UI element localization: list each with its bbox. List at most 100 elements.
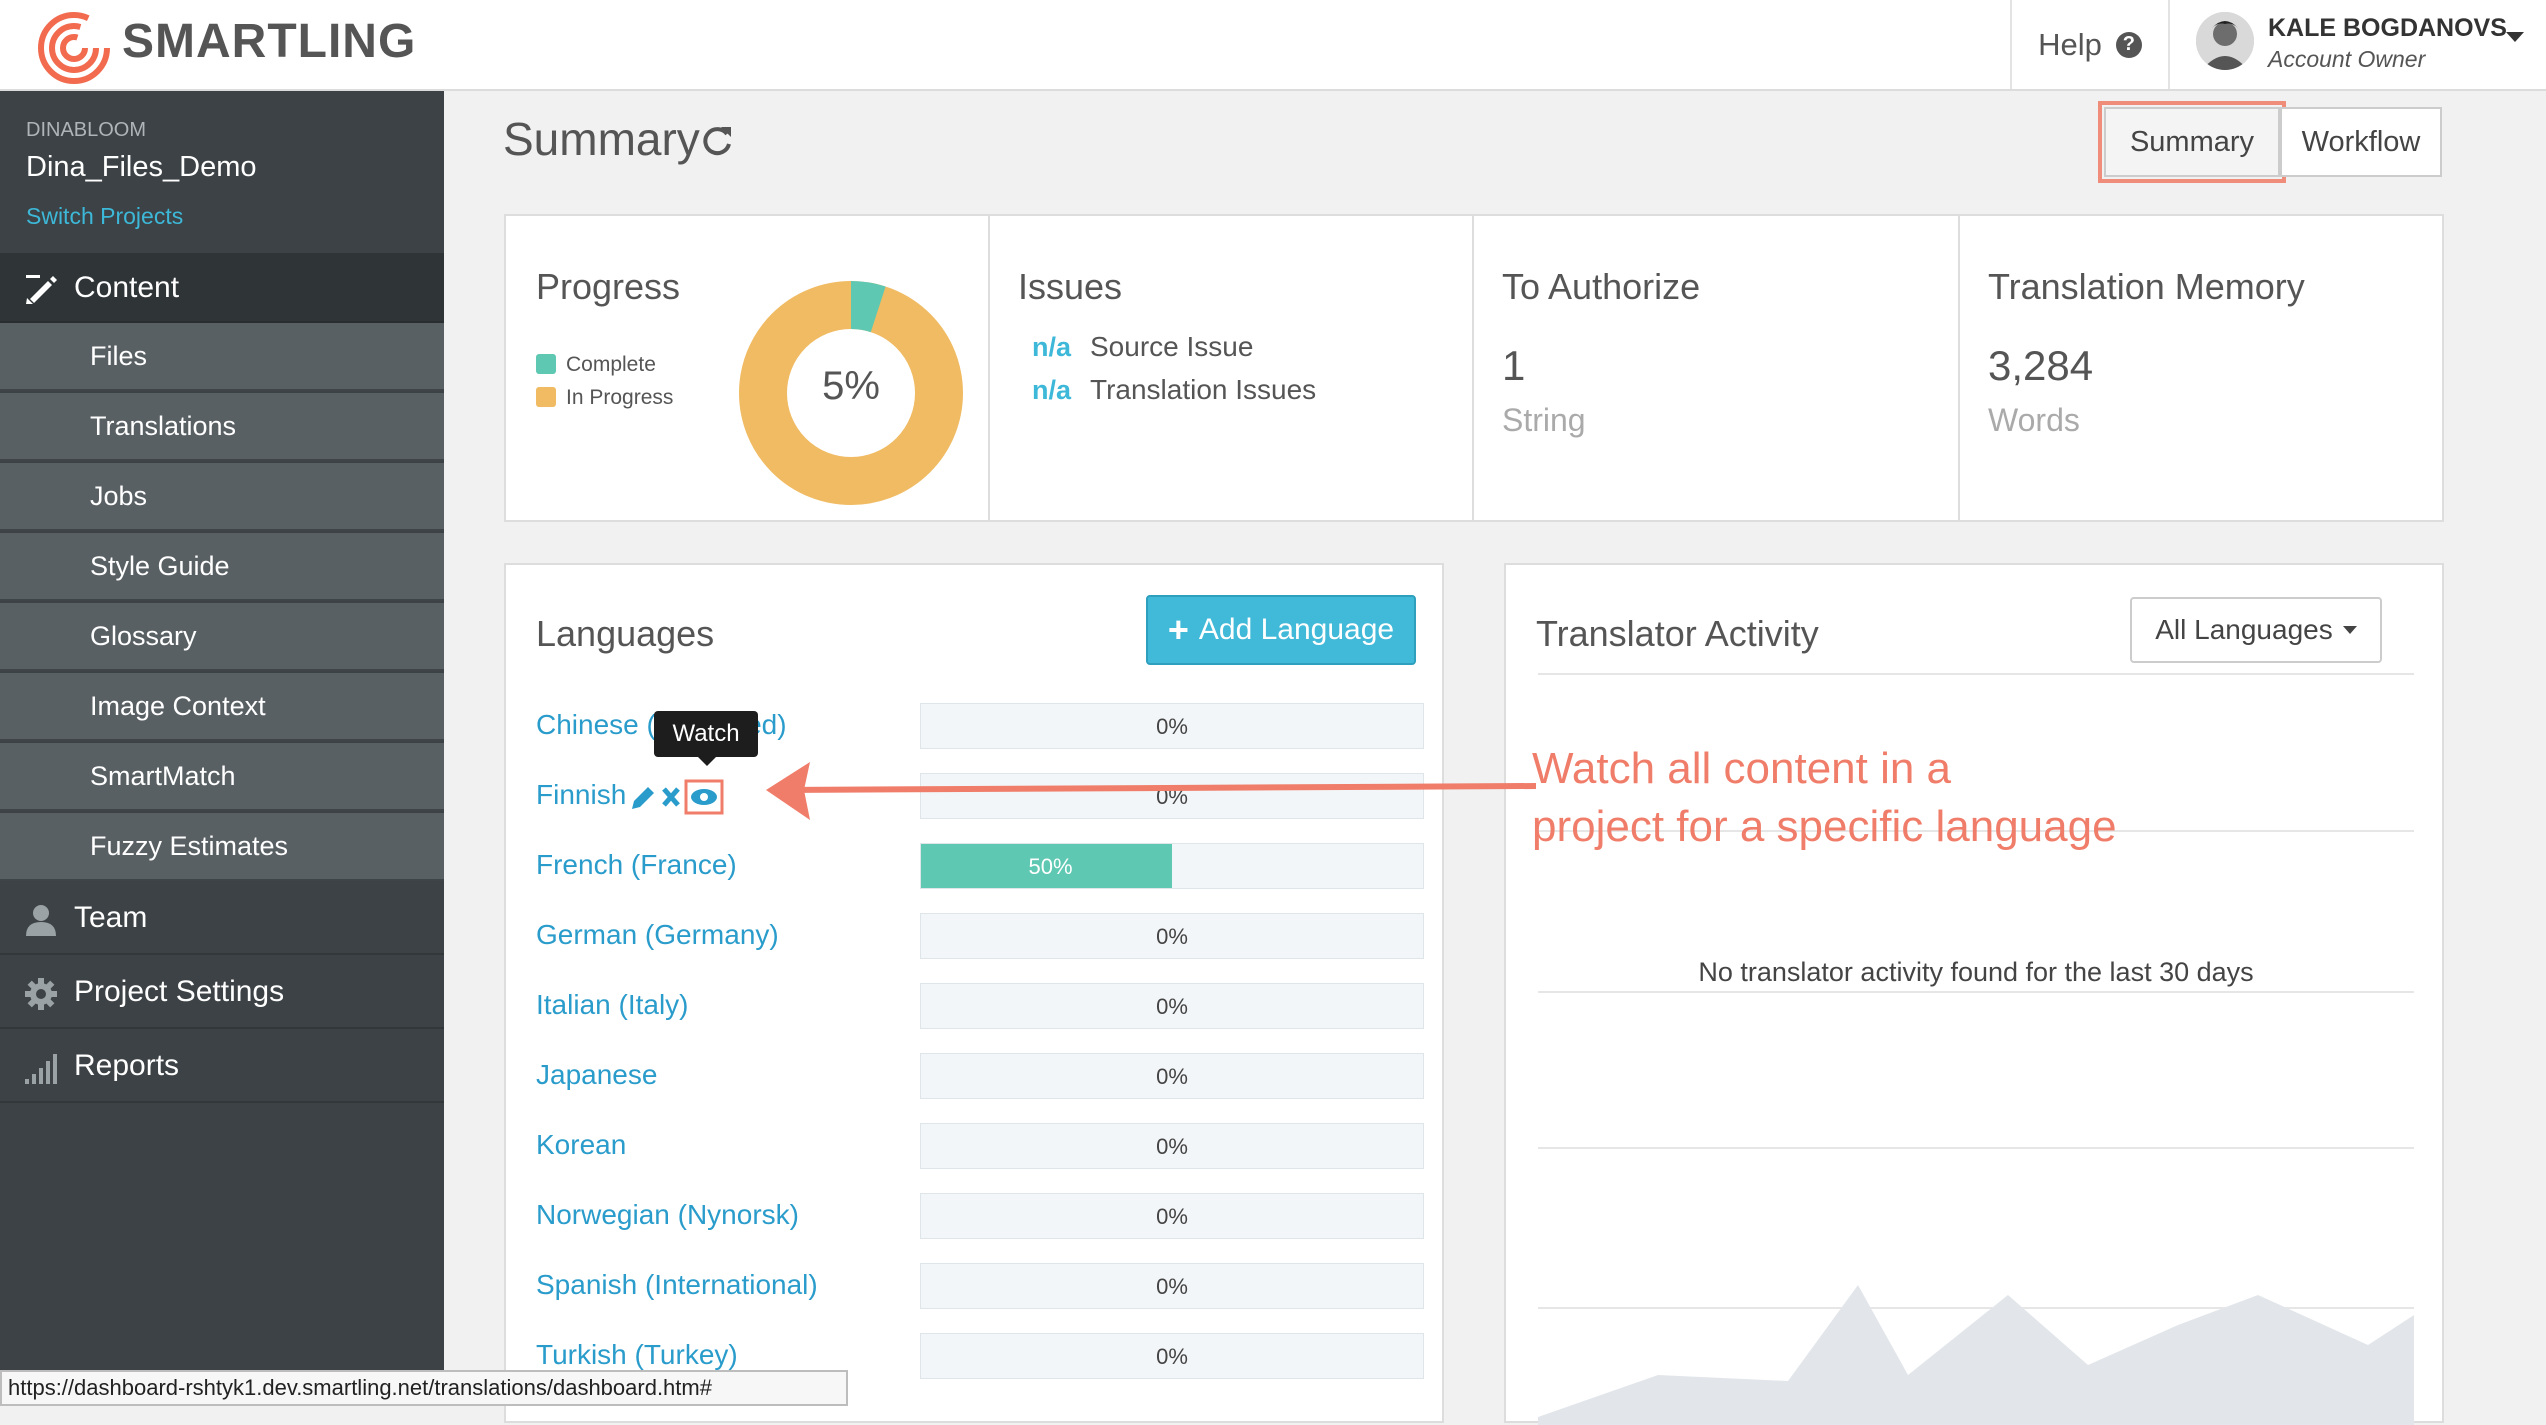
chevron-down-icon	[2342, 626, 2357, 634]
sidebar-item-jobs[interactable]: Jobs	[0, 463, 444, 531]
language-filter-select[interactable]: All Languages	[2130, 597, 2382, 663]
smartling-logo-icon[interactable]	[36, 8, 112, 84]
language-link[interactable]: Turkish (Turkey)	[536, 1339, 738, 1371]
sidebar-item-label: Files	[90, 341, 148, 371]
chart-grid-line	[1538, 673, 2414, 675]
language-row-spanish-international: Spanish (International) 0%	[536, 1263, 1424, 1309]
stat-divider	[988, 216, 990, 520]
add-language-button[interactable]: + Add Language	[1146, 595, 1416, 665]
language-link[interactable]: German (Germany)	[536, 919, 779, 951]
language-link[interactable]: Norwegian (Nynorsk)	[536, 1199, 799, 1231]
language-link[interactable]: Spanish (International)	[536, 1269, 818, 1301]
edit-icon	[26, 275, 57, 304]
refresh-icon[interactable]	[700, 124, 734, 158]
language-row-french-france: French (France) 50%	[536, 843, 1424, 889]
language-progress-bar: 0%	[920, 913, 1424, 959]
language-filter-value: All Languages	[2155, 614, 2333, 645]
help-link[interactable]: Help ?	[2010, 0, 2170, 89]
language-progress-bar: 0%	[920, 1193, 1424, 1239]
sidebar-item-glossary[interactable]: Glossary	[0, 603, 444, 671]
annotation-arrow-icon	[766, 762, 1537, 820]
user-menu[interactable]: KALE BOGDANOVS Account Owner	[2196, 10, 2536, 80]
workflow-view-button[interactable]: Workflow	[2280, 107, 2442, 177]
chart-grid-line	[1538, 1147, 2414, 1149]
user-name: KALE BOGDANOVS	[2268, 14, 2507, 42]
progress-bar-label: 0%	[1156, 1204, 1188, 1229]
sidebar-item-label: Team	[74, 901, 148, 934]
sidebar-item-team[interactable]: Team	[0, 883, 444, 955]
question-circle-icon: ?	[2115, 31, 2142, 58]
translation-issues-count: n/a	[1032, 375, 1072, 405]
translation-memory-unit: Words	[1988, 402, 2080, 438]
help-label: Help	[2038, 26, 2102, 62]
language-progress-bar: 0%	[920, 1263, 1424, 1309]
language-link[interactable]: Italian (Italy)	[536, 989, 689, 1021]
translation-memory-value[interactable]: 3,284	[1988, 342, 2093, 390]
sidebar-item-reports[interactable]: Reports	[0, 1031, 444, 1103]
sidebar-item-files[interactable]: Files	[0, 323, 444, 391]
person-icon	[26, 905, 56, 936]
stat-divider	[1958, 216, 1960, 520]
sidebar-item-label: Style Guide	[90, 551, 230, 581]
language-progress-bar: 0%	[920, 983, 1424, 1029]
sidebar-item-label: Translations	[90, 411, 237, 441]
language-link[interactable]: Finnish	[536, 779, 626, 811]
legend-label-complete: Complete	[566, 353, 656, 376]
activity-area-chart	[1538, 1285, 2414, 1425]
sidebar: DINABLOOM Dina_Files_Demo Switch Project…	[0, 91, 444, 1406]
to-authorize-value[interactable]: 1	[1502, 342, 1525, 390]
plus-icon: +	[1167, 609, 1189, 650]
pencil-icon[interactable]	[632, 787, 654, 809]
translator-activity-title: Translator Activity	[1536, 613, 1819, 654]
translator-activity-panel: Translator Activity All Languages No tra…	[1504, 563, 2444, 1425]
language-link[interactable]: Korean	[536, 1129, 626, 1161]
project-org: DINABLOOM	[26, 119, 147, 141]
add-language-label: Add Language	[1198, 613, 1395, 646]
sidebar-item-project-settings[interactable]: Project Settings	[0, 957, 444, 1029]
progress-bar-label: 0%	[1156, 994, 1188, 1019]
sidebar-item-fuzzy-estimates[interactable]: Fuzzy Estimates	[0, 813, 444, 881]
language-row-italian-italy: Italian (Italy) 0%	[536, 983, 1424, 1029]
page-title: Summary	[503, 113, 700, 165]
language-link[interactable]: French (France)	[536, 849, 737, 881]
annotation-text: Watch all content in a project for a spe…	[1532, 740, 2232, 856]
progress-bar-label: 0%	[1156, 714, 1188, 739]
legend-swatch-in-progress	[536, 387, 556, 407]
language-link[interactable]: Japanese	[536, 1059, 657, 1091]
sidebar-item-content[interactable]: Content	[0, 253, 444, 323]
close-icon[interactable]	[662, 787, 680, 807]
to-authorize-unit: String	[1502, 402, 1586, 438]
source-issue-label[interactable]: Source Issue	[1090, 331, 1253, 363]
progress-bar-label: 0%	[1156, 1134, 1188, 1159]
language-row-german-germany: German (Germany) 0%	[536, 913, 1424, 959]
project-name: Dina_Files_Demo	[26, 151, 257, 183]
issues-title: Issues	[1018, 266, 1123, 307]
sidebar-item-label: Fuzzy Estimates	[90, 831, 289, 861]
sidebar-item-translations[interactable]: Translations	[0, 393, 444, 461]
progress-bar-label: 0%	[1156, 1344, 1188, 1369]
sidebar-item-smartmatch[interactable]: SmartMatch	[0, 743, 444, 811]
language-row-korean: Korean 0%	[536, 1123, 1424, 1169]
progress-bar-label: 0%	[1156, 924, 1188, 949]
sidebar-item-label: Project Settings	[74, 975, 285, 1008]
progress-percent: 5%	[822, 364, 880, 408]
summary-view-button[interactable]: Summary	[2098, 101, 2286, 183]
chevron-down-icon[interactable]	[2506, 32, 2524, 42]
language-progress-bar: 50%	[920, 843, 1424, 889]
progress-bar-label: 50%	[1028, 854, 1073, 879]
translation-memory-title: Translation Memory	[1988, 266, 2305, 307]
switch-projects-link[interactable]: Switch Projects	[26, 203, 183, 230]
top-header: SMARTLING Help ? KALE BOGDANOVS Account …	[0, 0, 2546, 91]
source-issue-count: n/a	[1032, 332, 1072, 362]
sidebar-item-label: SmartMatch	[90, 761, 236, 791]
progress-title: Progress	[536, 266, 681, 307]
sidebar-item-style-guide[interactable]: Style Guide	[0, 533, 444, 601]
stat-divider	[1472, 216, 1474, 520]
language-row-japanese: Japanese 0%	[536, 1053, 1424, 1099]
avatar	[2196, 12, 2254, 70]
sidebar-item-image-context[interactable]: Image Context	[0, 673, 444, 741]
summary-stats-panel: Progress Complete In Progress 5% Issues …	[504, 214, 2444, 522]
translation-issues-label[interactable]: Translation Issues	[1090, 374, 1316, 406]
language-progress-bar: 0%	[920, 1053, 1424, 1099]
sidebar-item-label: Jobs	[90, 481, 148, 511]
